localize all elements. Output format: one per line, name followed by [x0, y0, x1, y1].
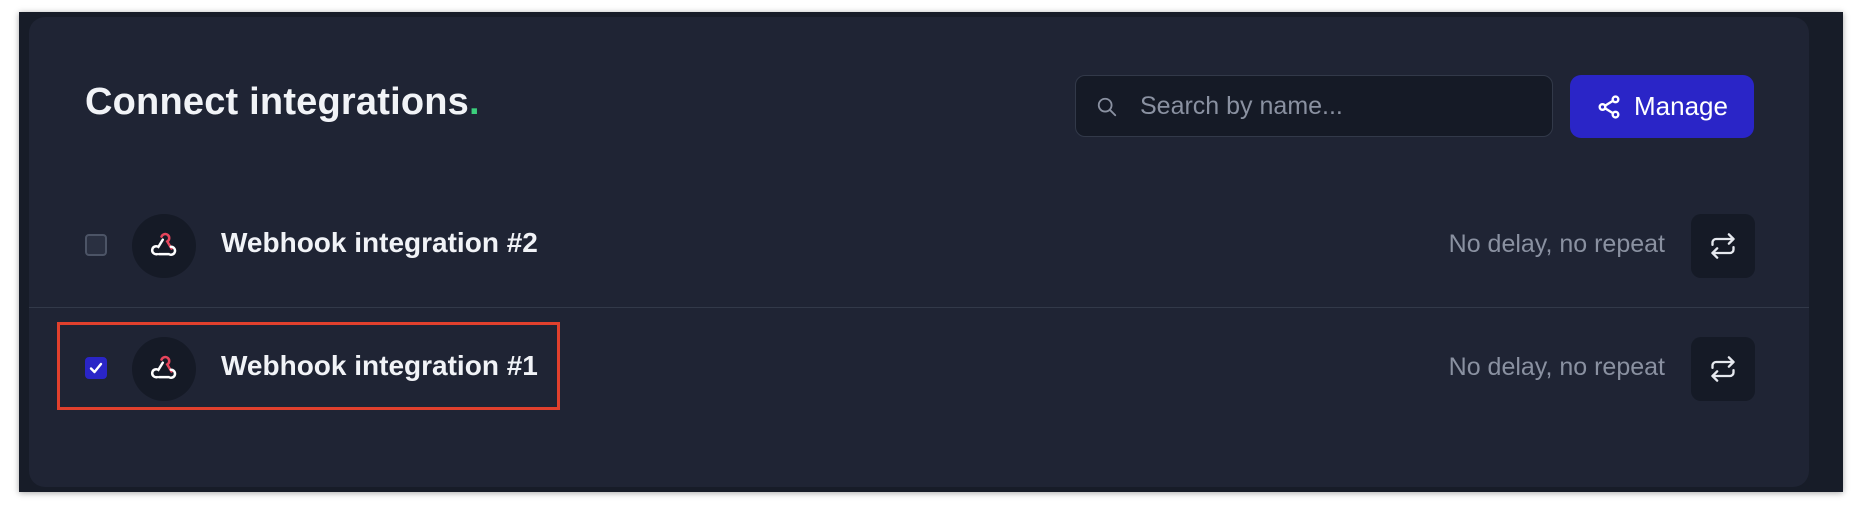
share-nodes-icon — [1598, 94, 1620, 119]
manage-button-label: Manage — [1634, 91, 1728, 121]
manage-button[interactable]: Manage — [1570, 75, 1754, 138]
integration-row: Webhook integration #1 No delay, no repe… — [29, 308, 1809, 430]
search-input[interactable] — [1138, 76, 1542, 137]
integration-schedule: No delay, no repeat — [1448, 230, 1665, 258]
repeat-icon — [1711, 233, 1735, 259]
integrations-card: Connect integrations. Manage — [29, 17, 1809, 487]
webhook-icon — [151, 355, 177, 379]
search-box[interactable] — [1075, 75, 1553, 137]
integration-avatar — [132, 337, 196, 401]
integration-schedule: No delay, no repeat — [1448, 353, 1665, 381]
integration-name: Webhook integration #2 — [221, 227, 538, 258]
title-accent-dot: . — [469, 81, 480, 123]
repeat-button[interactable] — [1691, 337, 1755, 401]
integration-checkbox[interactable] — [85, 234, 107, 256]
integration-row: Webhook integration #2 No delay, no repe… — [29, 185, 1809, 307]
repeat-icon — [1711, 356, 1735, 382]
search-icon — [1097, 97, 1117, 117]
integration-name: Webhook integration #1 — [221, 350, 538, 381]
checkmark-icon — [89, 362, 103, 374]
app-window: Connect integrations. Manage — [19, 12, 1843, 492]
repeat-button[interactable] — [1691, 214, 1755, 278]
integration-checkbox[interactable] — [85, 357, 107, 379]
webhook-icon — [151, 232, 177, 256]
page-title: Connect integrations. — [85, 81, 480, 123]
integration-avatar — [132, 214, 196, 278]
